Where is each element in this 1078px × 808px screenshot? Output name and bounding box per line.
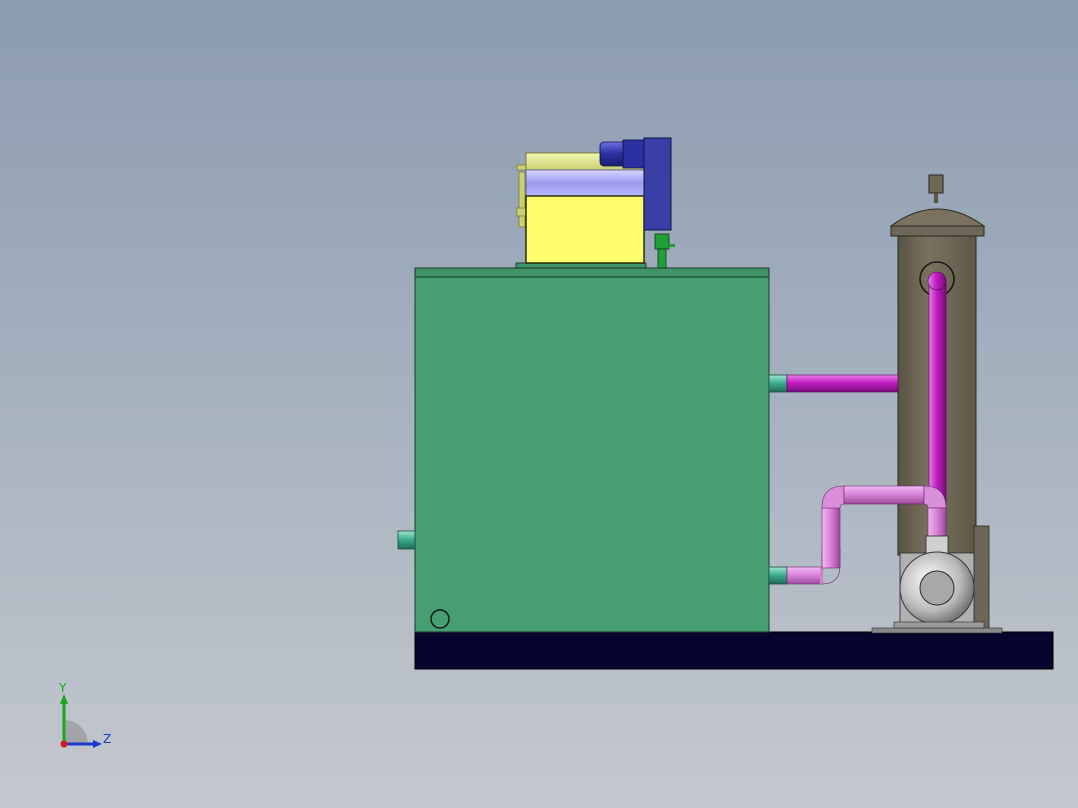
model-scene[interactable] bbox=[0, 0, 1078, 808]
valve-actuator[interactable] bbox=[654, 233, 670, 250]
z-axis-label: Z bbox=[103, 732, 111, 746]
z-axis-arrow bbox=[93, 740, 102, 748]
lower-outlet-nozzle[interactable] bbox=[768, 566, 788, 585]
vent-cap[interactable] bbox=[928, 174, 944, 194]
base-platform[interactable] bbox=[414, 631, 1054, 670]
drive-motor-housing[interactable] bbox=[643, 137, 672, 231]
upper-pipe[interactable] bbox=[786, 374, 899, 393]
x-axis-dot bbox=[60, 740, 68, 748]
orientation-triad[interactable]: Y Z bbox=[40, 680, 130, 760]
upper-outlet-nozzle[interactable] bbox=[768, 374, 788, 393]
main-tank[interactable] bbox=[414, 267, 770, 633]
left-nozzle[interactable] bbox=[397, 530, 416, 550]
dosing-unit[interactable] bbox=[515, 137, 675, 269]
y-axis-arrow bbox=[60, 694, 68, 704]
graphics-viewport[interactable]: Y Z bbox=[0, 0, 1078, 808]
hopper-band[interactable] bbox=[525, 169, 645, 197]
circulation-pump[interactable] bbox=[871, 525, 1003, 634]
y-axis-label: Y bbox=[58, 681, 67, 695]
hopper-body[interactable] bbox=[525, 195, 645, 264]
